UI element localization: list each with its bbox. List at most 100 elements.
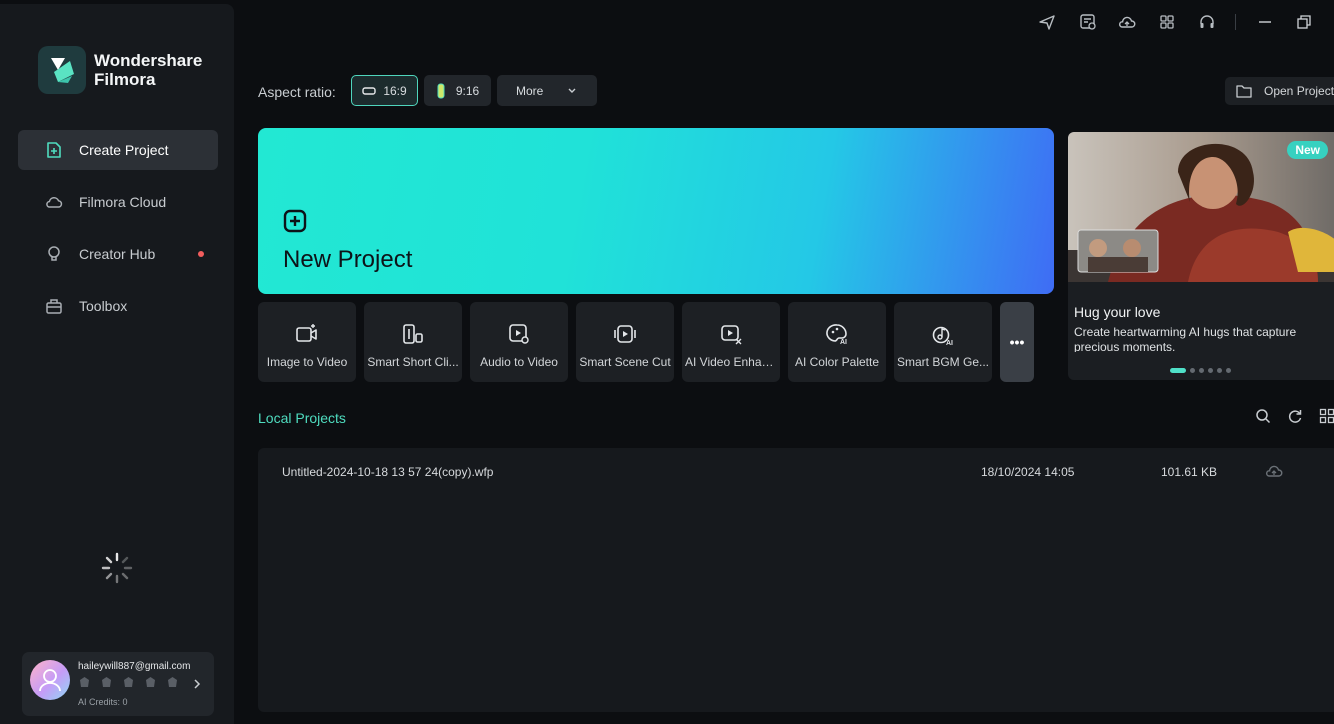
carousel-dot[interactable] xyxy=(1199,368,1204,373)
restore-icon[interactable] xyxy=(1295,13,1313,31)
grid-view-icon[interactable] xyxy=(1319,408,1334,424)
account-card[interactable]: haileywill887@gmail.com AI Credits: 0 xyxy=(22,652,214,716)
badge-icon xyxy=(124,677,133,687)
tile-audio-to-video[interactable]: Audio to Video xyxy=(470,302,568,382)
carousel-dot[interactable] xyxy=(1217,368,1222,373)
audio-to-video-icon xyxy=(509,324,529,344)
sidebar-item-creator-hub[interactable]: Creator Hub xyxy=(18,234,218,274)
ai-video-enhancer-icon xyxy=(721,325,742,345)
project-size: 101.61 KB xyxy=(1161,465,1218,479)
tile-label: Image to Video xyxy=(266,355,348,369)
chevron-down-icon xyxy=(568,88,576,93)
landscape-icon xyxy=(362,86,377,95)
more-aspect-dropdown[interactable]: More xyxy=(497,75,597,106)
tile-smart-scene-cut[interactable]: Smart Scene Cut xyxy=(576,302,674,382)
project-name: Untitled-2024-10-18 13 57 24(copy).wfp xyxy=(282,465,494,479)
filmora-logo-icon xyxy=(38,46,86,94)
create-project-icon xyxy=(47,142,61,158)
brand-line1: Wondershare xyxy=(94,51,203,70)
sidebar-item-label: Toolbox xyxy=(79,298,128,314)
sidebar-item-filmora-cloud[interactable]: Filmora Cloud xyxy=(18,182,218,222)
sidebar-item-label: Creator Hub xyxy=(79,246,156,262)
badge-icon xyxy=(80,677,89,687)
tile-label: Smart BGM Ge... xyxy=(897,355,989,369)
smart-bgm-icon: AI xyxy=(932,326,953,346)
chevron-right-icon[interactable] xyxy=(192,678,202,690)
minimize-icon[interactable] xyxy=(1256,13,1274,31)
account-badges xyxy=(78,676,179,689)
sidebar-item-create-project[interactable]: Create Project xyxy=(18,130,218,170)
more-tools-button[interactable]: ••• xyxy=(1000,302,1034,382)
portrait-icon xyxy=(437,83,445,98)
smart-scene-cut-icon xyxy=(614,325,636,343)
carousel-dot[interactable] xyxy=(1226,368,1231,373)
headset-icon[interactable] xyxy=(1198,13,1216,31)
aspect-ratio-label: Aspect ratio: xyxy=(258,84,336,100)
svg-text:AI: AI xyxy=(946,340,953,346)
toolbox-icon xyxy=(46,299,62,314)
send-icon[interactable] xyxy=(1038,13,1056,31)
carousel-dots xyxy=(1170,368,1231,373)
local-projects-heading: Local Projects xyxy=(258,410,346,426)
tile-smart-bgm-generator[interactable]: AI Smart BGM Ge... xyxy=(894,302,992,382)
carousel-dot[interactable] xyxy=(1190,368,1195,373)
refresh-icon[interactable] xyxy=(1287,408,1303,424)
ai-color-palette-icon: AI xyxy=(826,324,847,346)
tile-ai-color-palette[interactable]: AI AI Color Palette xyxy=(788,302,886,382)
tile-label: Smart Scene Cut xyxy=(579,355,671,369)
open-project-button[interactable]: Open Project xyxy=(1225,77,1334,105)
tile-label: Smart Short Cli... xyxy=(367,355,459,369)
tile-ai-video-enhancer[interactable]: AI Video Enhan... xyxy=(682,302,780,382)
new-project-title: New Project xyxy=(283,246,413,273)
lightbulb-icon xyxy=(48,246,60,261)
badge-icon xyxy=(168,677,177,687)
tile-smart-short-clips[interactable]: Smart Short Cli... xyxy=(364,302,462,382)
tile-label: AI Video Enhan... xyxy=(685,355,777,369)
badge-icon xyxy=(146,677,155,687)
aspect-16-9-button[interactable]: 16:9 xyxy=(351,75,418,106)
new-project-card[interactable]: New Project xyxy=(258,128,1054,294)
cloud-icon xyxy=(46,197,63,208)
table-row[interactable]: Untitled-2024-10-18 13 57 24(copy).wfp 1… xyxy=(258,448,1334,494)
badge-icon xyxy=(102,677,111,687)
local-projects-list: Untitled-2024-10-18 13 57 24(copy).wfp 1… xyxy=(258,448,1334,712)
smart-short-clips-icon xyxy=(403,324,423,344)
add-square-icon xyxy=(283,209,307,233)
promo-description: Create heartwarming AI hugs that capture… xyxy=(1074,325,1297,352)
aspect-16-9-label: 16:9 xyxy=(383,83,407,98)
user-icon xyxy=(39,669,61,692)
image-to-video-icon xyxy=(296,324,317,342)
aspect-9-16-button[interactable]: 9:16 xyxy=(424,75,491,106)
tile-label: AI Color Palette xyxy=(794,355,880,369)
project-date: 18/10/2024 14:05 xyxy=(981,465,1075,479)
loading-spinner-icon xyxy=(101,552,133,584)
cloud-upload-icon[interactable] xyxy=(1265,463,1283,479)
sidebar-item-label: Filmora Cloud xyxy=(79,194,167,210)
svg-text:AI: AI xyxy=(840,339,847,346)
more-tools-label: ••• xyxy=(1009,334,1025,350)
cloud-upload-icon[interactable] xyxy=(1118,13,1136,31)
folder-icon xyxy=(1236,85,1252,98)
carousel-dot-active[interactable] xyxy=(1170,368,1186,373)
promo-title: Hug your love xyxy=(1074,304,1161,320)
aspect-9-16-label: 9:16 xyxy=(455,83,480,98)
history-icon[interactable] xyxy=(1079,13,1097,31)
tile-image-to-video[interactable]: Image to Video xyxy=(258,302,356,382)
brand-name: Wondershare Filmora xyxy=(94,51,202,89)
sidebar: Wondershare Filmora Create Project Filmo… xyxy=(0,4,234,724)
grid-apps-icon[interactable] xyxy=(1158,13,1176,31)
search-icon[interactable] xyxy=(1255,408,1271,424)
promo-card[interactable]: New Hug your love Create heartwarming AI… xyxy=(1068,132,1334,380)
tile-label: Audio to Video xyxy=(480,355,558,369)
more-label: More xyxy=(516,83,544,98)
account-email: haileywill887@gmail.com xyxy=(78,661,191,672)
open-project-label: Open Project xyxy=(1264,84,1334,98)
carousel-dot[interactable] xyxy=(1208,368,1213,373)
titlebar-divider xyxy=(1235,14,1236,30)
ai-credits: AI Credits: 0 xyxy=(78,697,128,707)
sidebar-item-label: Create Project xyxy=(79,142,169,158)
new-badge: New xyxy=(1287,141,1328,159)
brand-line2: Filmora xyxy=(94,70,156,89)
sidebar-item-toolbox[interactable]: Toolbox xyxy=(18,286,218,326)
avatar[interactable] xyxy=(30,660,70,700)
